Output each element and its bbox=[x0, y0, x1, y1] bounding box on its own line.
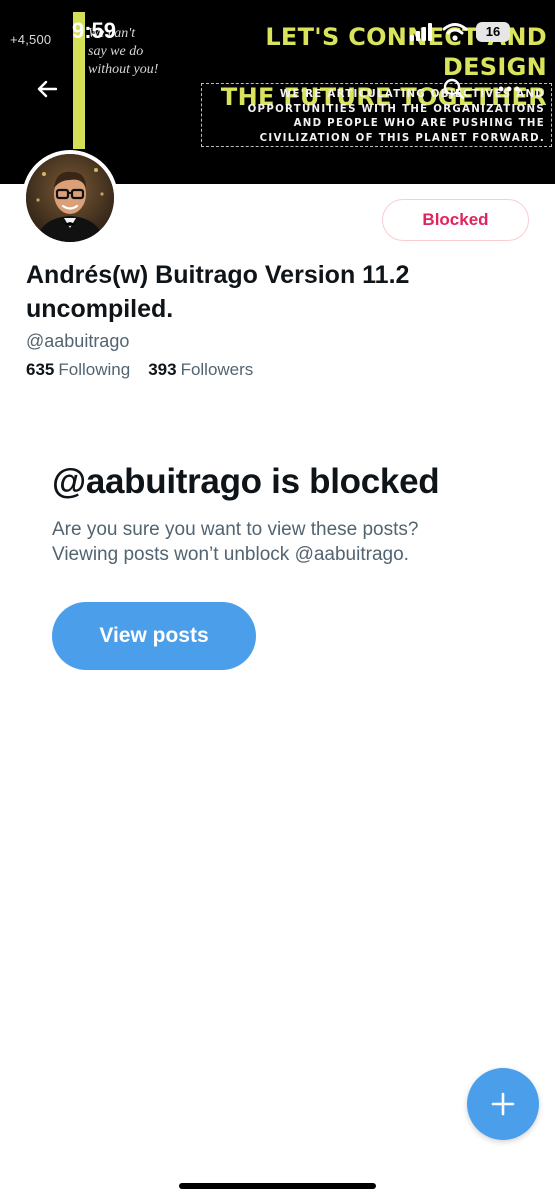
more-button[interactable] bbox=[492, 72, 526, 106]
blocked-message: Are you sure you want to view these post… bbox=[52, 519, 419, 565]
followers-label: Followers bbox=[180, 360, 254, 379]
compose-button[interactable] bbox=[467, 1068, 539, 1140]
battery-icon: 16 bbox=[476, 22, 510, 42]
blocked-button[interactable]: Blocked bbox=[382, 199, 529, 241]
following-label: Following bbox=[58, 360, 131, 379]
status-icons: 16 bbox=[410, 22, 510, 44]
more-icon bbox=[498, 86, 520, 92]
back-arrow-icon bbox=[37, 80, 57, 98]
search-icon bbox=[443, 78, 465, 100]
blocked-title: @aabuitrago is blocked bbox=[52, 462, 440, 501]
home-indicator[interactable] bbox=[179, 1183, 376, 1189]
profile-handle: @aabuitrago bbox=[26, 331, 130, 351]
status-time: 9:59 bbox=[72, 18, 117, 43]
profile-display-name: Andrés(w) Buitrago Version 11.2 uncompil… bbox=[26, 261, 410, 323]
search-button[interactable] bbox=[437, 72, 471, 106]
avatar-image bbox=[26, 154, 114, 242]
signal-icon bbox=[410, 23, 432, 41]
back-button[interactable] bbox=[30, 72, 64, 106]
avatar[interactable] bbox=[22, 150, 118, 246]
followers-link[interactable]: 393 Followers bbox=[148, 360, 253, 380]
wifi-icon bbox=[442, 23, 468, 41]
plus-icon bbox=[491, 1092, 515, 1116]
followers-count: 393 bbox=[148, 360, 177, 379]
following-link[interactable]: 635 Following bbox=[26, 360, 130, 380]
view-posts-button[interactable]: View posts bbox=[52, 602, 256, 670]
banner-count: +4,500 bbox=[10, 32, 52, 47]
following-count: 635 bbox=[26, 360, 55, 379]
follow-stats: 635 Following 393 Followers bbox=[26, 360, 253, 380]
